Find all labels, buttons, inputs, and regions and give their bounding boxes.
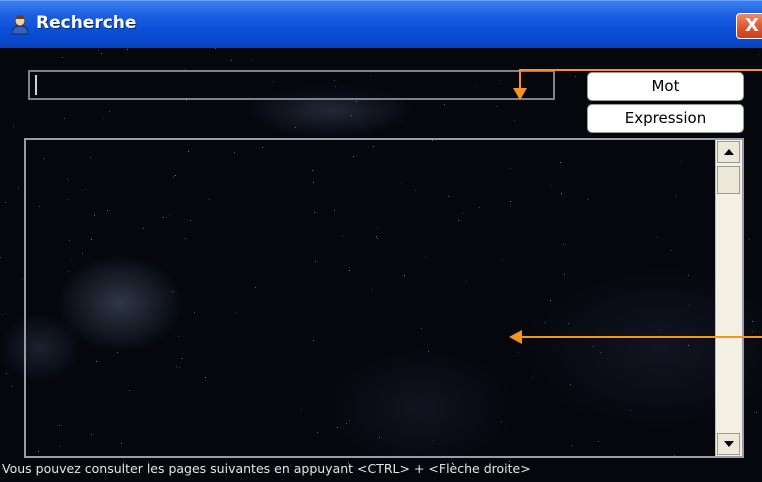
star xyxy=(756,412,757,413)
search-phrase-button[interactable]: Expression xyxy=(587,104,744,133)
search-word-button[interactable]: Mot xyxy=(587,72,744,101)
star xyxy=(12,386,13,387)
search-input[interactable] xyxy=(28,70,555,100)
scroll-thumb[interactable] xyxy=(717,166,740,194)
star xyxy=(22,278,23,279)
results-scrollbar[interactable] xyxy=(715,140,742,456)
star xyxy=(109,111,110,112)
star xyxy=(101,53,102,54)
star xyxy=(2,314,3,315)
star xyxy=(496,106,497,107)
star xyxy=(64,118,65,119)
results-area[interactable] xyxy=(24,138,744,458)
close-icon: X xyxy=(745,15,759,36)
star xyxy=(103,118,104,119)
star xyxy=(127,49,128,50)
annotation-arrow-line xyxy=(522,336,762,338)
star xyxy=(758,54,759,55)
annotation-arrow-line xyxy=(519,69,521,89)
star xyxy=(5,202,6,203)
star xyxy=(18,187,19,188)
arrow-down-icon xyxy=(724,441,734,447)
annotation-arrowhead xyxy=(509,330,522,344)
star xyxy=(444,104,445,105)
star xyxy=(752,321,753,322)
search-window: Recherche X Mot Expression Vous pouvez c… xyxy=(0,0,762,482)
star xyxy=(231,60,232,61)
star xyxy=(62,57,63,58)
star xyxy=(752,331,753,332)
annotation-arrow-line xyxy=(519,69,762,71)
text-caret xyxy=(35,75,37,95)
title-bar[interactable]: Recherche X xyxy=(0,0,762,49)
status-hint: Vous pouvez consulter les pages suivante… xyxy=(2,461,531,476)
annotation-arrowhead xyxy=(513,88,527,100)
window-title: Recherche xyxy=(36,13,137,33)
star xyxy=(13,126,14,127)
star xyxy=(186,100,187,101)
star xyxy=(749,239,750,240)
scroll-up-button[interactable] xyxy=(717,141,740,163)
star xyxy=(356,101,357,102)
star xyxy=(575,76,576,77)
star xyxy=(251,59,252,60)
star xyxy=(295,127,296,128)
star xyxy=(0,257,1,258)
scroll-down-button[interactable] xyxy=(717,433,740,455)
arrow-up-icon xyxy=(724,149,734,155)
star xyxy=(514,120,515,121)
star xyxy=(6,373,7,374)
user-icon xyxy=(11,15,29,35)
close-button[interactable]: X xyxy=(736,13,762,39)
star xyxy=(215,48,216,49)
star xyxy=(351,115,352,116)
